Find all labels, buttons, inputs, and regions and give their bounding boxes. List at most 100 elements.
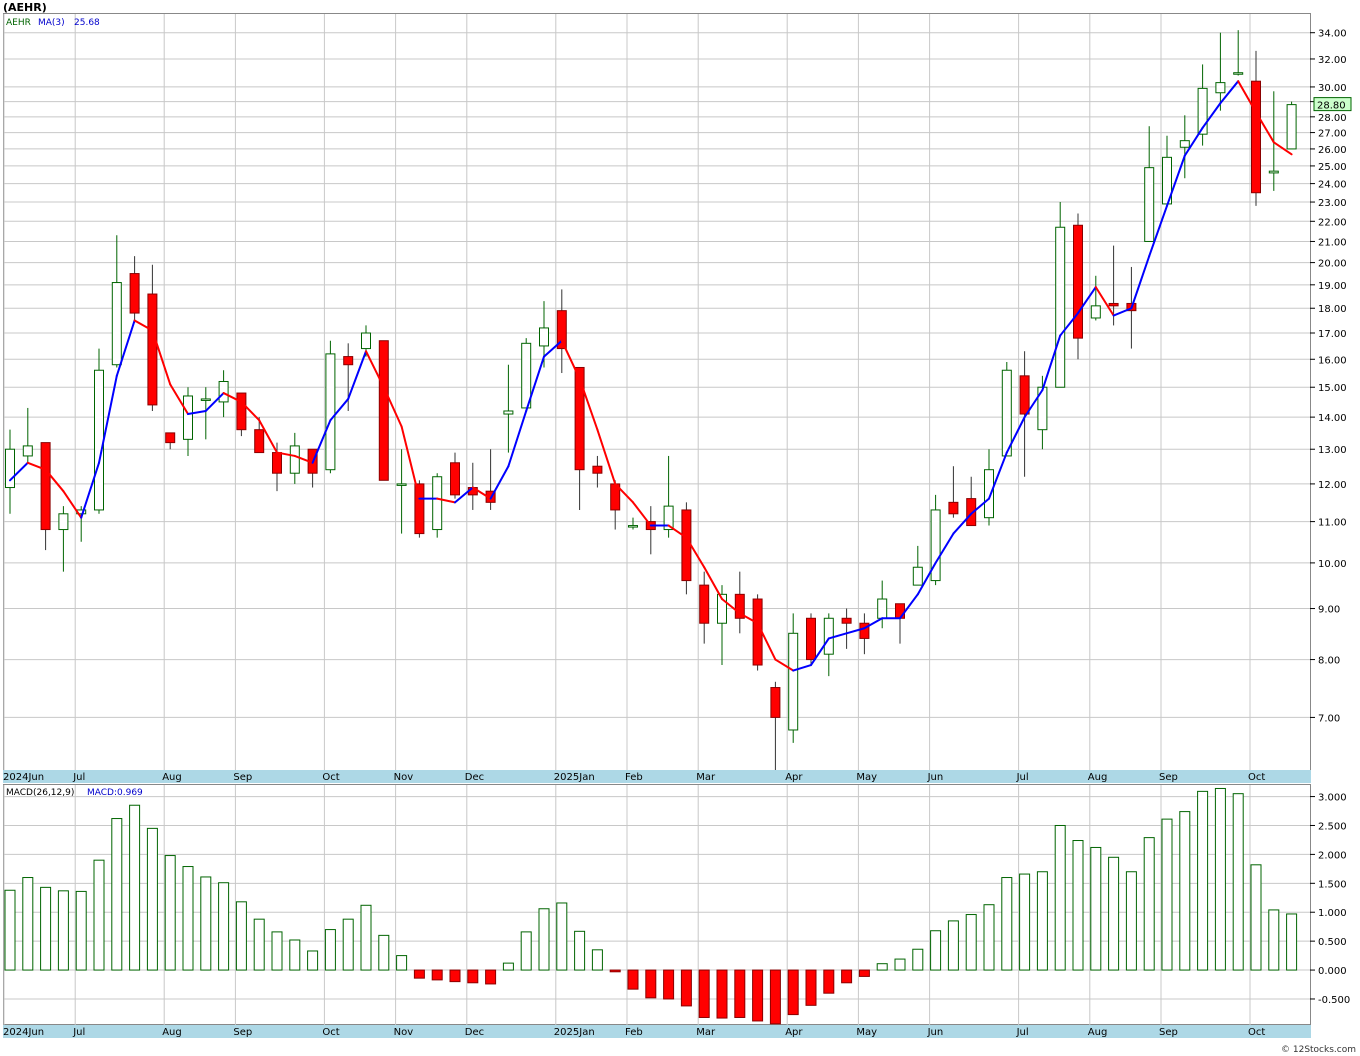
macd-bar (164, 855, 176, 971)
month-label: Aug (162, 772, 182, 783)
price-panel (3, 13, 1311, 771)
candle-body (361, 332, 371, 350)
macd-bar (645, 969, 657, 999)
macd-bar (253, 918, 265, 971)
candle-body (218, 380, 229, 403)
macd-bar (289, 939, 301, 971)
macd-y-tick-label: 1.000 (1318, 908, 1347, 919)
price-y-tick-label: 19.00 (1318, 281, 1347, 292)
price-y-tick-label: 7.00 (1318, 713, 1340, 724)
macd-y-tick-label: 2.500 (1318, 821, 1347, 832)
month-label: 2024Jun (3, 1027, 44, 1038)
month-label: Jul (1016, 772, 1029, 783)
candle-body (841, 617, 852, 624)
macd-bar (556, 902, 568, 971)
candle-body (984, 469, 994, 519)
macd-bar (1232, 793, 1244, 971)
price-legend-symbol: AEHR (6, 18, 31, 28)
candle-body (877, 598, 888, 619)
price-y-tick-label: 8.00 (1318, 656, 1340, 667)
price-y-tick-label: 34.00 (1318, 29, 1347, 40)
chart-title: (AEHR) (3, 1, 47, 14)
macd-bar (680, 969, 692, 1007)
candle-body (200, 398, 211, 401)
price-y-tick-label: 32.00 (1318, 55, 1347, 66)
candle-body (948, 501, 959, 515)
macd-bar (930, 930, 942, 971)
month-label: Apr (785, 772, 803, 783)
macd-bar (858, 969, 870, 977)
macd-bar (111, 818, 123, 971)
price-y-tick-label: 30.00 (1318, 83, 1347, 94)
macd-bar (520, 931, 532, 971)
macd-bar (698, 969, 710, 1018)
macd-bar (1143, 837, 1155, 971)
candle-body (1251, 80, 1261, 194)
macd-bar (378, 934, 390, 971)
candle-body (414, 483, 425, 535)
candle-body (770, 687, 781, 718)
macd-bar (769, 969, 781, 1025)
candle-body (450, 462, 460, 496)
month-label: Oct (1248, 1027, 1265, 1038)
macd-x-axis-strip (3, 1025, 1311, 1038)
macd-bar (1108, 856, 1120, 971)
macd-bar (787, 969, 799, 1016)
month-label: Nov (394, 772, 414, 783)
month-label: Feb (625, 1027, 643, 1038)
candle-body (752, 598, 763, 666)
macd-bar (485, 969, 497, 985)
macd-bar (1019, 873, 1031, 971)
candle-body (432, 476, 443, 531)
macd-y-tick-label: -0.500 (1318, 995, 1350, 1006)
macd-bar (894, 958, 906, 971)
month-label: Sep (233, 772, 252, 783)
macd-bar (752, 969, 764, 1022)
macd-bar (1036, 871, 1048, 971)
candle-body (539, 327, 549, 347)
price-y-tick-label: 14.00 (1318, 413, 1347, 424)
candle-body (574, 366, 585, 471)
macd-bar (396, 955, 408, 971)
candle-body (94, 369, 104, 511)
month-label: Dec (465, 772, 484, 783)
month-label: Sep (1159, 1027, 1178, 1038)
price-y-axis-labels: 7.00 8.00 9.00 10.00 11.00 12.00 13.00 14.00 15.… (1318, 29, 1347, 725)
price-y-tick-label: 28.00 (1318, 113, 1347, 124)
price-y-tick-label: 11.00 (1318, 518, 1347, 529)
macd-bar (1268, 909, 1280, 971)
month-label: Jun (927, 1027, 944, 1038)
macd-y-tick-label: 2.000 (1318, 850, 1347, 861)
month-label: Jun (927, 772, 944, 783)
month-label: Oct (322, 772, 339, 783)
candle-body (1055, 226, 1066, 388)
candle-body (378, 340, 389, 481)
macd-bar (449, 969, 461, 983)
candle-body (1001, 369, 1012, 457)
candle-body (628, 525, 638, 528)
macd-bar (93, 859, 105, 971)
price-y-tick-label: 27.00 (1318, 129, 1347, 140)
macd-bar (1072, 840, 1084, 971)
macd-bar (1001, 877, 1013, 971)
macd-bar (235, 901, 247, 971)
month-label: Mar (696, 1027, 716, 1038)
month-label: Apr (785, 1027, 803, 1038)
macd-bar (947, 920, 959, 971)
candle-body (165, 432, 176, 444)
candle-body (912, 566, 923, 586)
month-label: 2025Jan (554, 772, 595, 783)
candle-body (788, 632, 799, 731)
month-label: May (856, 772, 877, 783)
macd-bar (200, 876, 212, 971)
macd-bar (502, 962, 514, 971)
macd-bar (57, 890, 69, 971)
macd-bar (823, 969, 835, 994)
candle-body (1215, 82, 1226, 94)
macd-bar (1161, 818, 1173, 971)
candle-body (22, 445, 33, 457)
candle-body (895, 603, 905, 619)
macd-y-tick-label: 0.000 (1318, 966, 1347, 977)
macd-bar (218, 882, 230, 971)
price-y-tick-label: 21.00 (1318, 237, 1347, 248)
